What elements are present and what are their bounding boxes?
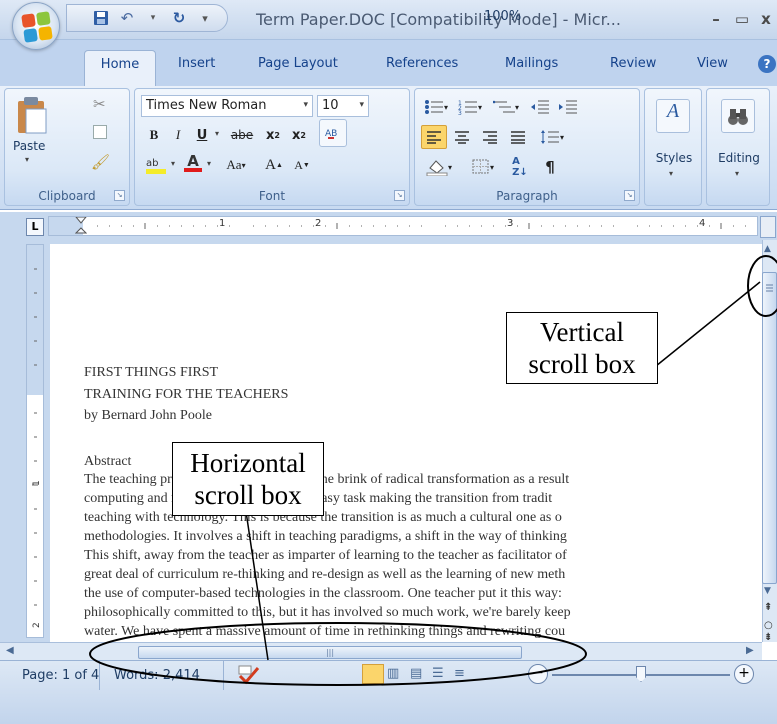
vertical-scroll-box-callout: Vertical scroll box — [506, 312, 658, 384]
annotation-overlay — [89, 255, 777, 686]
callout-line: scroll box — [194, 480, 302, 510]
callout-line: Horizontal — [190, 448, 306, 478]
office-logo-icon — [21, 11, 53, 43]
office-button[interactable] — [12, 2, 60, 50]
callout-line: Vertical — [540, 317, 624, 347]
horizontal-scroll-box-callout: Horizontal scroll box — [172, 442, 324, 516]
callout-line: scroll box — [528, 349, 636, 379]
